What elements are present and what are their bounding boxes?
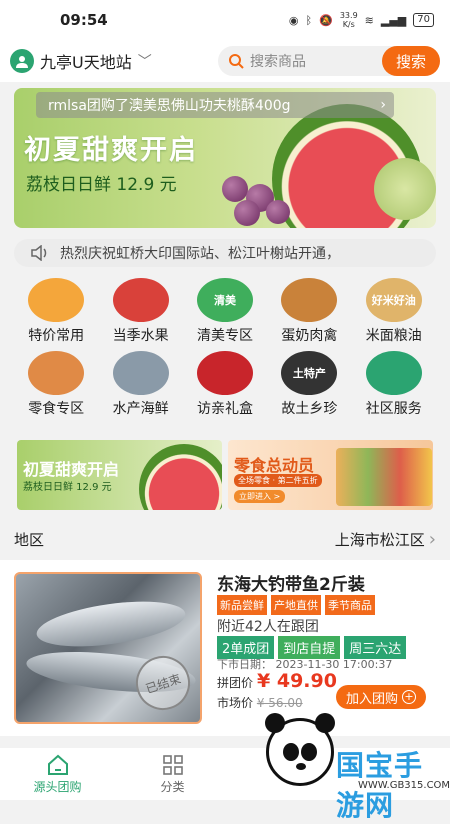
category-item[interactable]: 好米好油 米面粮油 [352, 278, 436, 345]
category-label: 访亲礼盒 [196, 401, 253, 417]
watermark-url: WWW.GB315.COM [358, 780, 450, 791]
group-buy-notice[interactable]: rmlsa团购了澳美思佛山功夫桃酥400g › [36, 92, 394, 118]
product-tag: 季节商品 [325, 595, 375, 615]
price-value: ¥ 49.90 [257, 670, 337, 692]
category-label: 社区服务 [365, 401, 422, 417]
region-label: 地区 [14, 530, 45, 549]
mute-icon: 🔕 [319, 13, 333, 27]
wifi-icon: ≋ [364, 13, 374, 27]
banner-title: 初夏甜爽开启 [24, 135, 198, 166]
category-item[interactable]: 零食专区 [14, 351, 98, 418]
category-label: 故土乡珍 [281, 401, 338, 417]
category-label: 清美专区 [196, 328, 253, 344]
promo-cta-button[interactable]: 立即进入 > [234, 490, 286, 503]
product-tag: 产地直供 [271, 595, 321, 615]
status-icons: ◉ ᛒ 🔕 33.9 K/s ≋ ▂▄▆ 70 [289, 11, 434, 29]
promo-summer-fruit[interactable]: 初夏甜爽开启 荔枝日日鲜 12.9 元 [17, 440, 222, 510]
plus-circle-icon: + [402, 690, 416, 704]
add-to-group-button[interactable]: 加入团购 + [336, 685, 426, 709]
category-label: 特价常用 [28, 328, 85, 344]
lychee-image [234, 200, 260, 226]
signal-icon: ▂▄▆ [380, 13, 407, 27]
category-item[interactable]: 当季水果 [98, 278, 182, 345]
hero-banner[interactable]: rmlsa团购了澳美思佛山功夫桃酥400g › 初夏甜爽开启 荔枝日日鲜 12.… [14, 88, 436, 228]
category-item[interactable]: 清美 清美专区 [183, 278, 267, 345]
eye-icon: ◉ [288, 13, 299, 27]
durian-image [374, 158, 436, 220]
watermelon-image [139, 444, 222, 510]
station-name: 九亭U天地站 [40, 53, 132, 72]
status-bar: 09:54 ◉ ᛒ 🔕 33.9 K/s ≋ ▂▄▆ 70 [0, 0, 450, 40]
fish-image [33, 593, 189, 655]
user-avatar-icon [10, 49, 34, 73]
group-price: 拼团价 ¥ 49.90 [217, 670, 337, 692]
grid-icon [162, 754, 183, 775]
category-item[interactable]: 蛋奶肉禽 [267, 278, 351, 345]
watermark-logo: 国宝手游网 WWW.GB315.COM [258, 710, 450, 822]
category-item[interactable]: 特价常用 [14, 278, 98, 345]
speaker-icon [31, 245, 47, 261]
chevron-down-icon: ﹀ [137, 54, 152, 70]
station-selector[interactable]: 九亭U天地站 ﹀ [10, 49, 152, 73]
promo-row: 初夏甜爽开启 荔枝日日鲜 12.9 元 零食总动员 全场零食 · 第二件五折 立… [17, 440, 433, 510]
gift-box-icon [196, 351, 253, 395]
chicken-icon [281, 278, 338, 322]
category-item[interactable]: 水产海鲜 [98, 351, 182, 418]
snack-products-image [336, 448, 432, 506]
tab-category[interactable]: 分类 [115, 754, 230, 795]
promo-snacks[interactable]: 零食总动员 全场零食 · 第二件五折 立即进入 > [228, 440, 433, 510]
qingmei-logo-icon: 清美 [196, 278, 253, 322]
bluetooth-icon: ᛒ [305, 13, 313, 27]
heart-hands-icon [365, 351, 422, 395]
category-grid: 特价常用 当季水果 清美 清美专区 蛋奶肉禽 好米好油 米面粮油 零食专区 水产海鲜 访亲礼盒 土特… [14, 278, 436, 418]
search-bar[interactable]: 搜索商品 搜索 [218, 46, 440, 76]
battery-icon: 70 [413, 13, 434, 27]
top-header: 九亭U天地站 ﹀ 搜索商品 搜索 [0, 40, 450, 82]
fish-icon [112, 351, 169, 395]
market-price: 市场价 ¥ 56.00 [217, 696, 303, 710]
market-price-value: ¥ 56.00 [256, 696, 303, 710]
rice-oil-icon: 好米好油 [365, 278, 422, 322]
promo-subtitle: 荔枝日日鲜 12.9 元 [23, 482, 112, 493]
discount-icon [28, 278, 85, 322]
panda-icon [265, 713, 335, 786]
net-speed: 33.9 K/s [339, 11, 358, 29]
tab-group-buy[interactable]: 源头团购 [0, 754, 115, 795]
lychee-image [266, 200, 290, 224]
promo-subtitle: 全场零食 · 第二件五折 [234, 474, 322, 487]
announcement-bar[interactable]: 热烈庆祝虹桥大印国际站、松江叶榭站开通， [14, 239, 436, 267]
search-button[interactable]: 搜索 [382, 46, 440, 76]
category-item[interactable]: 访亲礼盒 [183, 351, 267, 418]
promo-title: 零食总动员 [234, 456, 315, 475]
product-image: 已结束 [14, 572, 202, 724]
followers-count: 附近42人在跟团 [217, 619, 319, 635]
lychee-image [222, 176, 248, 202]
chevron-right-icon: › [380, 97, 386, 113]
search-input[interactable]: 搜索商品 [250, 51, 306, 71]
status-time: 09:54 [60, 11, 108, 29]
category-label: 零食专区 [28, 401, 85, 417]
home-icon [47, 754, 68, 775]
snack-icon [28, 351, 85, 395]
category-label: 蛋奶肉禽 [281, 328, 338, 344]
announcement-text: 热烈庆祝虹桥大印国际站、松江叶榭站开通， [60, 246, 340, 262]
product-tag: 新品尝鲜 [217, 595, 267, 615]
promo-title: 初夏甜爽开启 [23, 460, 120, 479]
region-row[interactable]: 地区 上海市松江区 › [0, 522, 450, 556]
product-name: 东海大钓带鱼2斤装 [217, 575, 365, 595]
category-label: 水产海鲜 [112, 401, 169, 417]
chevron-right-icon: › [428, 528, 436, 550]
search-icon [229, 54, 244, 69]
category-label: 米面粮油 [365, 328, 422, 344]
apple-icon [112, 278, 169, 322]
product-tags: 新品尝鲜 产地直供 季节商品 [217, 595, 375, 615]
price-label: 拼团价 [217, 676, 254, 690]
category-item[interactable]: 社区服务 [352, 351, 436, 418]
category-label: 当季水果 [112, 328, 169, 344]
category-item[interactable]: 土特产 故土乡珍 [267, 351, 351, 418]
calligraphy-icon: 土特产 [281, 351, 338, 395]
banner-subtitle: 荔枝日日鲜 12.9 元 [26, 175, 177, 195]
region-city: 上海市松江区 [334, 530, 425, 549]
